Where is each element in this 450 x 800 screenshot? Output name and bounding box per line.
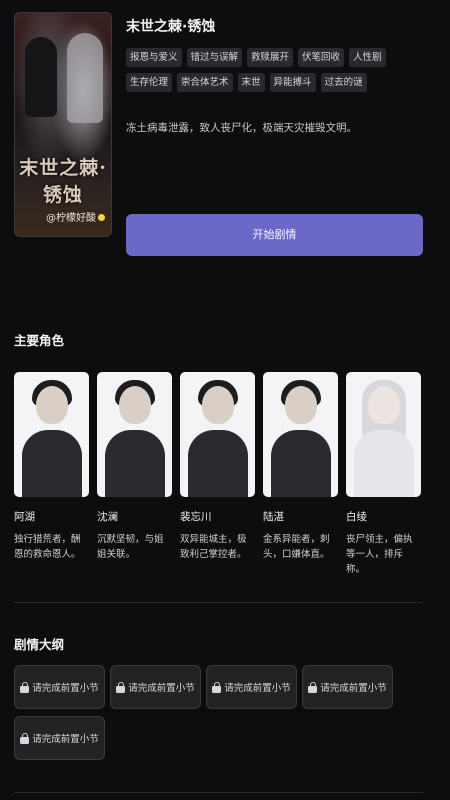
- divider: [14, 602, 423, 603]
- lock-case: [116, 686, 126, 693]
- lemon-icon: [98, 214, 105, 221]
- portrait-head: [119, 386, 151, 424]
- story-title: 末世之棘·锈蚀: [126, 19, 216, 35]
- character-name: 裴忘川: [180, 511, 212, 523]
- story-cover-image: 末世之棘·锈蚀 @柠檬好酸: [14, 12, 112, 237]
- character-name: 陆湛: [263, 511, 284, 523]
- character-name: 沈澜: [97, 511, 118, 523]
- cover-figure-light: [67, 33, 103, 123]
- locked-chapter-label: 请完成前置小节: [320, 683, 387, 694]
- lock-icon: [20, 732, 30, 744]
- locked-chapter-label: 请完成前置小节: [32, 734, 99, 745]
- locked-chapter-button[interactable]: 请完成前置小节: [14, 665, 105, 709]
- character-portrait: [263, 372, 338, 497]
- character-name: 白绫: [346, 511, 367, 523]
- portrait-body: [271, 430, 331, 497]
- character-description: 金系异能者，刺头，口嫌体直。: [263, 534, 330, 560]
- lock-icon: [116, 681, 126, 693]
- lock-icon: [20, 681, 30, 693]
- character-description: 独行猎荒者，酬恩的救命恩人。: [14, 534, 81, 560]
- story-description: 冻土病毒泄露，致人丧尸化，极端天灾摧毁文明。: [126, 122, 357, 134]
- portrait-body: [188, 430, 248, 497]
- cover-author: @柠檬好酸: [46, 209, 105, 224]
- lock-case: [20, 686, 30, 693]
- locked-chapter-button[interactable]: 请完成前置小节: [302, 665, 393, 709]
- portrait-head: [202, 386, 234, 424]
- story-info: 末世之棘·锈蚀 报恩与爱义 错过与误解 救赎展开 伏笔回收 人性剧生存伦理 崇合体艺术 末世…: [126, 16, 426, 135]
- character-portrait: [346, 372, 421, 497]
- lock-case: [212, 686, 222, 693]
- character-description: 丧尸领主，偏执等一人，排斥称。: [346, 534, 413, 575]
- portrait-body: [354, 430, 414, 497]
- lock-icon: [308, 681, 318, 693]
- lock-icon: [212, 681, 222, 693]
- story-tag: 伏笔回收: [298, 48, 345, 67]
- story-tag: 救赎展开: [247, 48, 294, 67]
- character-name: 阿湖: [14, 511, 35, 523]
- cover-author-name: @柠檬好酸: [46, 213, 96, 224]
- locked-chapter-button[interactable]: 请完成前置小节: [110, 665, 201, 709]
- portrait-head: [36, 386, 68, 424]
- start-story-button[interactable]: 开始剧情: [126, 214, 423, 256]
- locked-chapter-label: 请完成前置小节: [128, 683, 195, 694]
- outline-list: 请完成前置小节 请完成前置小节 请完成前置小节 请完成前置小节 请完成前置小节: [14, 665, 406, 760]
- cover-figure-dark: [25, 37, 57, 117]
- character-card[interactable]: 沈澜沉默坚韧，与姐姐关联。: [97, 372, 172, 577]
- locked-chapter-label: 请完成前置小节: [224, 683, 291, 694]
- character-portrait: [180, 372, 255, 497]
- portrait-head: [368, 386, 400, 424]
- character-card[interactable]: 白绫丧尸领主，偏执等一人，排斥称。: [346, 372, 421, 577]
- locked-chapter-button[interactable]: 请完成前置小节: [206, 665, 297, 709]
- portrait-body: [105, 430, 165, 497]
- character-card[interactable]: 阿湖独行猎荒者，酬恩的救命恩人。: [14, 372, 89, 577]
- character-list: 阿湖 独行猎荒者，酬恩的救命恩人。 沈澜 沉默坚韧，与姐姐关联。 裴忘川 双异能城主，极致…: [14, 372, 421, 577]
- cover-title: 末世之棘·锈蚀: [19, 157, 107, 206]
- story-tag: 过去的谜: [320, 73, 367, 92]
- character-card[interactable]: 裴忘川双异能城主，极致利己掌控者。: [180, 372, 255, 577]
- character-card[interactable]: 陆湛金系异能者，刺头，口嫌体直。: [263, 372, 338, 577]
- outline-heading: 剧情大纲: [14, 637, 65, 652]
- portrait-head: [285, 386, 317, 424]
- character-portrait: [14, 372, 89, 497]
- locked-chapter-button[interactable]: 请完成前置小节: [14, 716, 105, 760]
- character-description: 沉默坚韧，与姐姐关联。: [97, 534, 164, 560]
- story-tag: 人性剧: [349, 48, 386, 67]
- locked-chapter-label: 请完成前置小节: [32, 683, 99, 694]
- lock-case: [308, 686, 318, 693]
- story-tag: 崇合体艺术: [177, 73, 233, 92]
- story-tag: 异能搏斗: [269, 73, 316, 92]
- character-portrait: [97, 372, 172, 497]
- character-description: 双异能城主，极致利己掌控者。: [180, 534, 247, 560]
- story-tag: 报恩与爱义: [126, 48, 182, 67]
- story-tag: 错过与误解: [186, 48, 243, 67]
- tag-list: 报恩与爱义 错过与误解 救赎展开 伏笔回收 人性剧生存伦理 崇合体艺术 末世 异能搏斗 过去的谜: [126, 48, 426, 92]
- lock-case: [20, 737, 30, 744]
- portrait-body: [22, 430, 82, 497]
- characters-heading: 主要角色: [14, 333, 65, 348]
- divider: [14, 792, 423, 793]
- story-tag: 末世: [237, 73, 265, 92]
- story-tag: 生存伦理: [126, 73, 173, 92]
